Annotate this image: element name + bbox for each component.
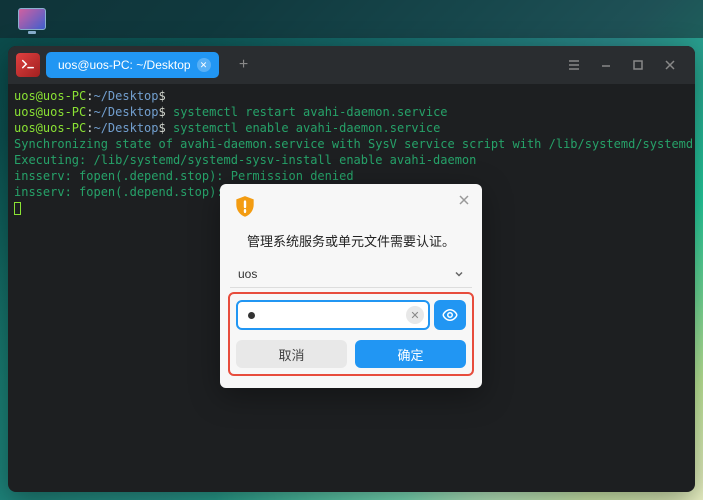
minimize-icon[interactable] xyxy=(599,58,613,72)
annotation-highlight: ✕ 取消 确定 xyxy=(228,292,474,376)
tab-close-icon[interactable]: ✕ xyxy=(197,58,211,72)
auth-dialog: 管理系统服务或单元文件需要认证。 uos ✕ 取消 确定 xyxy=(220,184,482,388)
terminal-line: uos@uos-PC:~/Desktop$ systemctl restart … xyxy=(14,104,689,120)
password-mask-dot xyxy=(248,312,255,319)
terminal-output: insserv: fopen(.depend.stop): Permission… xyxy=(14,168,689,184)
user-select[interactable]: uos xyxy=(230,260,472,288)
password-row: ✕ xyxy=(236,300,466,330)
new-tab-button[interactable]: + xyxy=(231,52,257,78)
clear-input-icon[interactable]: ✕ xyxy=(406,306,424,324)
titlebar: uos@uos-PC: ~/Desktop ✕ + xyxy=(8,46,695,84)
shield-icon xyxy=(232,194,258,220)
eye-icon xyxy=(441,306,459,324)
desktop-app-icon[interactable] xyxy=(18,8,46,30)
terminal-line: uos@uos-PC:~/Desktop$ xyxy=(14,88,689,104)
cursor xyxy=(14,202,21,215)
password-input[interactable]: ✕ xyxy=(236,300,430,330)
maximize-icon[interactable] xyxy=(631,58,645,72)
user-select-value: uos xyxy=(238,267,257,281)
desktop-taskbar xyxy=(0,0,703,38)
ok-button[interactable]: 确定 xyxy=(355,340,466,368)
close-icon[interactable] xyxy=(663,58,677,72)
menu-icon[interactable] xyxy=(567,58,581,72)
tab-title: uos@uos-PC: ~/Desktop xyxy=(58,58,191,72)
terminal-output: Executing: /lib/systemd/systemd-sysv-ins… xyxy=(14,152,689,168)
dialog-buttons: 取消 确定 xyxy=(236,340,466,368)
tab-active[interactable]: uos@uos-PC: ~/Desktop ✕ xyxy=(46,52,219,78)
terminal-output: Synchronizing state of avahi-daemon.serv… xyxy=(14,136,689,152)
dialog-title: 管理系统服务或单元文件需要认证。 xyxy=(220,231,482,250)
chevron-down-icon xyxy=(454,269,464,279)
window-controls xyxy=(567,58,687,72)
terminal-app-icon xyxy=(16,53,40,77)
dialog-close-icon[interactable] xyxy=(456,192,472,208)
toggle-password-visibility[interactable] xyxy=(434,300,466,330)
terminal-line: uos@uos-PC:~/Desktop$ systemctl enable a… xyxy=(14,120,689,136)
cancel-button[interactable]: 取消 xyxy=(236,340,347,368)
